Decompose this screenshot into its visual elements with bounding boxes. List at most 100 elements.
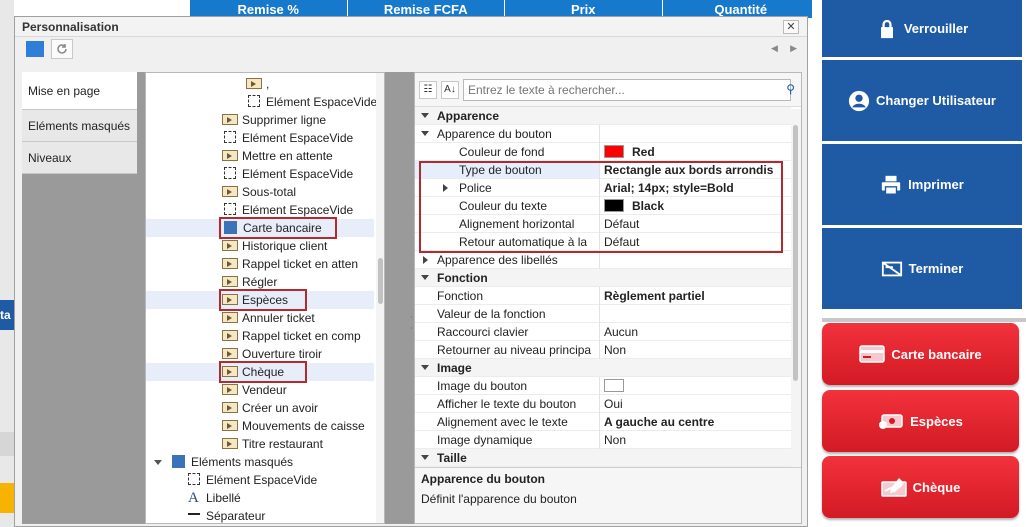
property-value[interactable]: A gauche au centre (599, 413, 791, 431)
description-text: Définit l'apparence du bouton (421, 492, 577, 506)
tree-item[interactable]: Rappel ticket en atten (146, 255, 374, 273)
tree-item[interactable]: Elément EspaceVide (146, 471, 374, 489)
property-value[interactable] (599, 125, 791, 143)
tree-item[interactable]: Sous-total (146, 183, 374, 201)
property-row[interactable]: Valeur de la fonction (415, 305, 791, 323)
tree-item[interactable]: Annuler ticket (146, 309, 374, 327)
property-row[interactable]: Alignement avec le texte A gauche au cent… (415, 413, 791, 431)
button-folder-icon (222, 150, 238, 161)
close-icon[interactable]: ✕ (783, 20, 799, 34)
property-search-input[interactable] (463, 78, 791, 101)
property-row[interactable]: Apparence des libellés (415, 251, 791, 269)
tree-item[interactable]: Elément EspaceVide (146, 165, 374, 183)
print-button[interactable]: Imprimer (822, 144, 1022, 226)
property-value[interactable] (599, 251, 791, 269)
tree-item-label: Libellé (206, 491, 241, 505)
lock-button[interactable]: Verrouiller (822, 0, 1022, 58)
property-grid-scroll-thumb[interactable] (793, 125, 798, 381)
property-name: Afficher le texte du bouton (437, 397, 577, 411)
property-grid: ☷ A↓ ⚲ Apparence Apparence du bouton Coule… (414, 72, 802, 524)
property-value[interactable]: Règlement partiel (599, 287, 791, 305)
right-action-panel: Verrouiller Changer Utilisateur Imprimer… (812, 0, 1026, 527)
tree-item[interactable]: Supprimer ligne (146, 111, 374, 129)
property-value-text: Non (604, 343, 627, 357)
collapse-arrow-icon[interactable] (421, 365, 429, 370)
collapse-arrow-icon[interactable] (421, 455, 429, 460)
tab-mise-en-page[interactable]: Mise en page (22, 72, 137, 110)
tree-item[interactable]: Elément EspaceVide (146, 93, 377, 111)
property-row[interactable]: Image du bouton (415, 377, 791, 395)
tree-item[interactable]: , (146, 75, 374, 93)
button-folder-icon (222, 348, 238, 359)
categorized-view-icon[interactable]: ☷ (419, 80, 437, 99)
expand-arrow-icon[interactable] (423, 256, 428, 264)
property-value[interactable]: Red (599, 143, 791, 161)
credit-card-button-label: Carte bancaire (891, 346, 982, 362)
scroll-left-icon[interactable]: ◀ (771, 43, 778, 59)
finish-button[interactable]: Terminer (822, 228, 1022, 310)
credit-card-button[interactable]: Carte bancaire (822, 323, 1019, 385)
user-icon (848, 90, 870, 111)
scroll-right-icon[interactable]: ▶ (790, 43, 797, 59)
property-value[interactable]: Aucun (599, 323, 791, 341)
button-folder-icon (222, 276, 238, 287)
tree-item[interactable]: Eléments masqués (146, 453, 374, 471)
label-icon: A (188, 490, 199, 506)
property-description-panel: Apparence du bouton Définit l'apparence … (415, 467, 801, 523)
personnalisation-dialog: Personnalisation ✕ ◀ ▶ Mise en page Elém… (14, 16, 808, 527)
property-row[interactable]: Retourner au niveau principa Non (415, 341, 791, 359)
color-swatch-icon (604, 379, 624, 392)
tree-item[interactable]: Mettre en attente (146, 147, 374, 165)
layout-view-button[interactable] (25, 39, 45, 59)
property-row[interactable]: Image dynamique Non (415, 431, 791, 449)
property-name: Valeur de la fonction (437, 307, 546, 321)
collapse-arrow-icon[interactable] (421, 275, 429, 280)
refresh-button[interactable] (51, 39, 73, 59)
collapse-arrow-icon[interactable] (421, 113, 429, 118)
tab-elements-masques[interactable]: Eléments masqués (22, 110, 137, 142)
property-row[interactable]: Couleur de fond Red (415, 143, 791, 161)
property-value[interactable] (599, 377, 791, 395)
tree-scroll-thumb[interactable] (378, 258, 383, 304)
sort-az-icon[interactable]: A↓ (441, 80, 459, 99)
button-folder-icon (222, 240, 238, 251)
tree-item[interactable]: Historique client (146, 237, 374, 255)
property-value[interactable]: Oui (599, 395, 791, 413)
change-user-button[interactable]: Changer Utilisateur (822, 60, 1022, 142)
property-row[interactable]: Afficher le texte du bouton Oui (415, 395, 791, 413)
property-row[interactable]: Apparence du bouton (415, 125, 791, 143)
property-name: Apparence du bouton (437, 127, 552, 141)
cash-button[interactable]: Espèces (822, 390, 1019, 452)
tree-item[interactable]: Rappel ticket en comp (146, 327, 374, 345)
tree-item[interactable]: Créer un avoir (146, 399, 374, 417)
property-category[interactable]: Taille (415, 449, 791, 467)
tree-item[interactable]: A Libellé (146, 489, 374, 507)
tree-item[interactable]: Titre restaurant (146, 435, 374, 453)
property-category[interactable]: Fonction (415, 269, 791, 287)
tree-item[interactable]: Séparateur (146, 507, 374, 523)
tree-item-label: Mouvements de caisse (242, 419, 365, 433)
property-category[interactable]: Apparence (415, 107, 791, 125)
cheque-button[interactable]: Chèque (822, 456, 1019, 518)
property-name: Alignement avec le texte (437, 415, 568, 429)
property-category[interactable]: Image (415, 359, 791, 377)
property-name: Image (437, 361, 472, 375)
tree-item-label: Rappel ticket en atten (242, 257, 359, 271)
property-row[interactable]: Fonction Règlement partiel (415, 287, 791, 305)
tree-item[interactable]: Vendeur (146, 381, 374, 399)
tab-niveaux[interactable]: Niveaux (22, 142, 137, 174)
tree-scrollbar[interactable] (376, 73, 384, 523)
property-value[interactable]: Non (599, 431, 791, 449)
property-value[interactable]: Non (599, 341, 791, 359)
property-grid-scrollbar[interactable] (791, 109, 801, 479)
left-tab-list: Mise en page Eléments masqués Niveaux (22, 72, 137, 524)
search-icon[interactable]: ⚲ (786, 82, 795, 96)
property-row[interactable]: Raccourci clavier Aucun (415, 323, 791, 341)
tree-item-label: Supprimer ligne (242, 113, 327, 127)
expand-arrow-icon[interactable] (154, 460, 162, 465)
tree-item[interactable]: Elément EspaceVide (146, 129, 374, 147)
collapse-arrow-icon[interactable] (421, 131, 429, 136)
tree-item-label: , (266, 77, 270, 91)
property-value[interactable] (599, 305, 791, 323)
tree-item[interactable]: Mouvements de caisse (146, 417, 374, 435)
